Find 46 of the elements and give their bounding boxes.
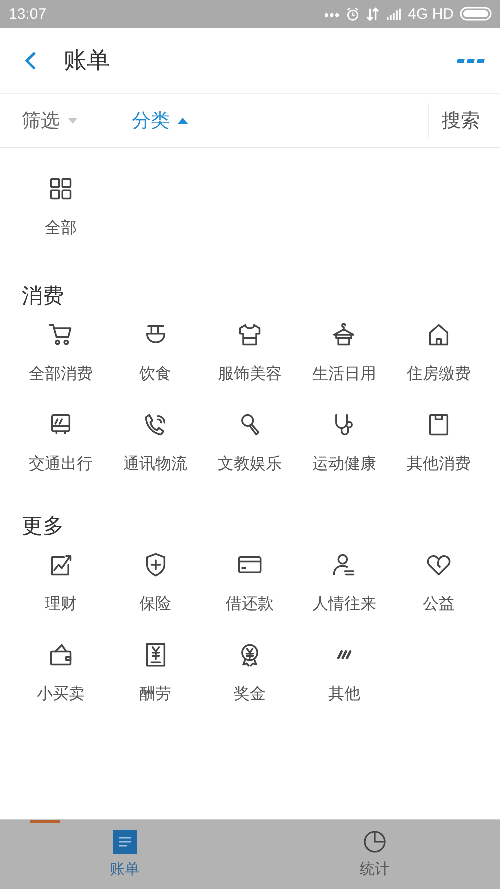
caret-icon (68, 116, 78, 124)
section-heading: 消费 (21, 283, 65, 310)
category-item[interactable]: 小买卖 (14, 640, 108, 720)
category-item[interactable]: 住房缴费 (392, 320, 486, 400)
category-item[interactable]: 奖金 (202, 640, 298, 720)
category-item[interactable]: 运动健康 (297, 410, 392, 490)
category-item[interactable]: 通讯物流 (108, 410, 203, 490)
filter-tab[interactable]: 分类 (132, 100, 242, 140)
category-item[interactable]: 服饰美容 (202, 320, 298, 400)
battery-icon (460, 7, 492, 21)
section-heading: 更多 (21, 513, 65, 540)
category-item[interactable]: 公益 (392, 550, 486, 630)
category-item[interactable]: 文教娱乐 (202, 410, 298, 490)
data-arrows-icon (366, 6, 380, 22)
clock-time: 13:07 (9, 6, 47, 22)
category-item[interactable]: 全部 (14, 174, 108, 254)
network-label: 4G HD (408, 6, 454, 22)
alarm-icon (346, 6, 360, 22)
category-item[interactable]: 其他消费 (392, 410, 486, 490)
hanger-icon (331, 322, 358, 348)
more-button[interactable] (456, 56, 486, 65)
category-item[interactable]: 人情往来 (297, 550, 392, 630)
pie-chart-icon (363, 830, 387, 854)
category-item[interactable]: 其他 (297, 640, 392, 720)
category-item[interactable]: 借还款 (202, 550, 298, 630)
category-item[interactable]: 饮食 (108, 320, 203, 400)
more-icon (456, 56, 486, 65)
category-item[interactable]: 理财 (14, 550, 108, 630)
category-item[interactable]: 保险 (108, 550, 203, 630)
signal-icon (386, 8, 402, 20)
tab[interactable]: 统计 (250, 830, 500, 879)
search-button[interactable]: 搜索 (428, 102, 500, 138)
category-item[interactable]: 交通出行 (14, 410, 108, 490)
grid-icon (48, 176, 74, 202)
shirt-icon (236, 322, 263, 348)
wallet-icon (48, 642, 74, 668)
cart-icon (48, 322, 74, 348)
caret-icon (178, 116, 188, 124)
category-item[interactable]: 生活日用 (297, 320, 392, 400)
category-item[interactable]: 酬劳 (108, 640, 203, 720)
person-icon (331, 552, 358, 578)
page-title: 账单 (64, 47, 111, 76)
category-item[interactable]: 全部消费 (14, 320, 108, 400)
indicator-mark (30, 820, 60, 823)
document-icon (113, 830, 137, 854)
filter-tab[interactable]: 筛选 (22, 100, 132, 140)
